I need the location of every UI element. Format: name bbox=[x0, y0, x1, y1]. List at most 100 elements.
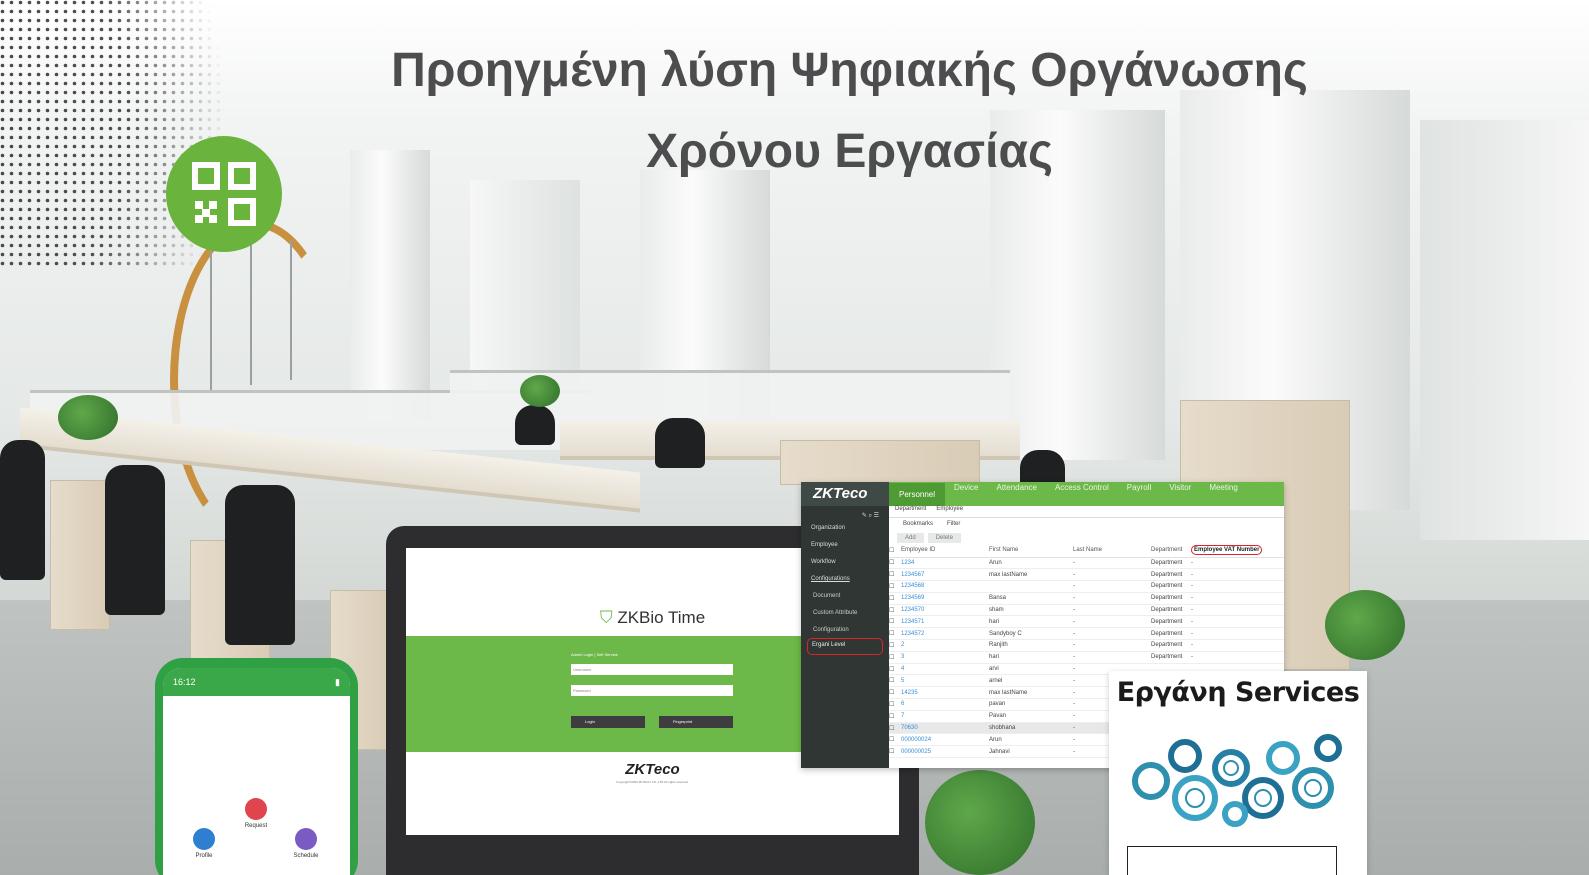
row-checkbox[interactable]: ☐ bbox=[889, 686, 901, 700]
table-row[interactable]: ☐ 1234572 Sandyboy C - Department - bbox=[889, 627, 1284, 641]
subtab-department[interactable]: Department bbox=[895, 506, 926, 517]
username-field[interactable]: Username bbox=[571, 664, 733, 675]
table-row[interactable]: ☐ 1234569 Bansa - Department - bbox=[889, 592, 1284, 605]
fingerprint-button[interactable]: Fingerprint bbox=[659, 716, 733, 728]
row-checkbox[interactable]: ☐ bbox=[889, 627, 901, 641]
add-button[interactable]: Add bbox=[897, 533, 924, 543]
column-employee-id[interactable]: Employee ID bbox=[901, 544, 989, 558]
phone-profile-button[interactable]: Profile bbox=[184, 828, 224, 859]
cell-last-name: - bbox=[1073, 651, 1151, 664]
cell-vat-number: - bbox=[1191, 580, 1284, 593]
sidebar-item-document[interactable]: Document bbox=[801, 587, 889, 604]
nav-access-control[interactable]: Access Control bbox=[1046, 483, 1118, 506]
table-row[interactable]: ☐ 3 hari - Department - bbox=[889, 651, 1284, 664]
table-row[interactable]: ☐ 1234567 max lastName - Department - bbox=[889, 568, 1284, 582]
cell-employee-id[interactable]: 1234571 bbox=[901, 615, 989, 629]
row-checkbox[interactable]: ☐ bbox=[889, 592, 901, 605]
delete-button[interactable]: Delete bbox=[927, 533, 962, 543]
ergani-services-card: Εργάνη Services bbox=[1109, 671, 1367, 875]
cell-employee-id[interactable]: 1234569 bbox=[901, 592, 989, 605]
table-header-row: ☐ Employee ID First Name Last Name Depar… bbox=[889, 544, 1284, 558]
table-row[interactable]: ☐ 1234570 sham - Department - bbox=[889, 604, 1284, 617]
row-checkbox[interactable]: ☐ bbox=[889, 615, 901, 629]
phone-request-button[interactable]: Request bbox=[236, 798, 276, 829]
row-checkbox[interactable]: ☐ bbox=[889, 663, 901, 676]
cell-employee-id[interactable]: 000000024 bbox=[901, 733, 989, 747]
sidebar-item-employee[interactable]: Employee bbox=[801, 536, 889, 553]
row-checkbox[interactable]: ☐ bbox=[889, 745, 901, 759]
vat-column-label: Employee VAT Number bbox=[1191, 545, 1263, 556]
row-checkbox[interactable]: ☐ bbox=[889, 710, 901, 723]
cell-department: Department bbox=[1151, 557, 1191, 570]
cell-employee-id[interactable]: 6 bbox=[901, 698, 989, 711]
row-checkbox[interactable]: ☐ bbox=[889, 639, 901, 652]
cell-employee-id[interactable]: 1234570 bbox=[901, 604, 989, 617]
row-checkbox[interactable]: ☐ bbox=[889, 604, 901, 617]
cell-employee-id[interactable]: 2 bbox=[901, 639, 989, 652]
row-checkbox[interactable]: ☐ bbox=[889, 733, 901, 747]
phone-schedule-label: Schedule bbox=[293, 853, 319, 859]
bookmarks-button[interactable]: Bookmarks bbox=[903, 521, 933, 529]
cell-employee-id[interactable]: 000000025 bbox=[901, 745, 989, 759]
sidebar-tools-icons[interactable]: ✎ ⌕ ☰ bbox=[801, 506, 889, 519]
cell-employee-id[interactable]: 1234572 bbox=[901, 627, 989, 641]
nav-attendance[interactable]: Attendance bbox=[987, 483, 1045, 506]
row-checkbox[interactable]: ☐ bbox=[889, 674, 901, 688]
row-checkbox[interactable]: ☐ bbox=[889, 698, 901, 711]
app-nav: Personnel Device Attendance Access Contr… bbox=[889, 482, 1247, 506]
cell-vat-number: - bbox=[1191, 651, 1284, 664]
cell-first-name: Pavan bbox=[989, 710, 1073, 723]
table-row[interactable]: ☐ 1234571 hari - Department - bbox=[889, 615, 1284, 629]
cell-department: Department bbox=[1151, 615, 1191, 629]
cell-employee-id[interactable]: 14235 bbox=[901, 686, 989, 700]
cell-employee-id[interactable]: 7 bbox=[901, 710, 989, 723]
sidebar-item-custom-attribute[interactable]: Custom Attribute bbox=[801, 604, 889, 621]
nav-visitor[interactable]: Visitor bbox=[1160, 483, 1200, 506]
row-checkbox[interactable]: ☐ bbox=[889, 722, 901, 735]
column-employee-vat-number[interactable]: Employee VAT Number bbox=[1191, 544, 1284, 558]
nav-payroll[interactable]: Payroll bbox=[1118, 483, 1160, 506]
nav-personnel[interactable]: Personnel bbox=[889, 482, 946, 506]
sidebar-item-organization[interactable]: Organization bbox=[801, 519, 889, 536]
login-tabs[interactable]: Admin Login | Self Service bbox=[571, 652, 618, 657]
table-row[interactable]: ☐ 1234568 - Department - bbox=[889, 580, 1284, 593]
column-first-name[interactable]: First Name bbox=[989, 544, 1073, 558]
row-checkbox[interactable]: ☐ bbox=[889, 557, 901, 570]
cell-vat-number: - bbox=[1191, 568, 1284, 582]
sidebar-item-workflow[interactable]: Workflow bbox=[801, 553, 889, 570]
cell-employee-id[interactable]: 1234568 bbox=[901, 580, 989, 593]
login-button[interactable]: Login bbox=[571, 716, 645, 728]
nav-device[interactable]: Device bbox=[945, 483, 987, 506]
column-department[interactable]: Department bbox=[1151, 544, 1191, 558]
cell-employee-id[interactable]: 5 bbox=[901, 674, 989, 688]
sidebar-item-configuration[interactable]: Configuration bbox=[801, 621, 889, 638]
copyright-text: Copyright©2020 ZKTECO CO.,LTD All rights… bbox=[616, 780, 689, 784]
nav-meeting[interactable]: Meeting bbox=[1200, 483, 1246, 506]
cell-first-name bbox=[989, 580, 1073, 593]
password-field[interactable]: Password bbox=[571, 685, 733, 696]
cell-employee-id[interactable]: 70630 bbox=[901, 722, 989, 735]
cell-first-name: shobhana bbox=[989, 722, 1073, 735]
table-row[interactable]: ☐ 1234 Arun - Department - bbox=[889, 557, 1284, 570]
headline-line-2: Χρόνου Εργασίας bbox=[646, 125, 1053, 178]
cell-first-name: max lastName bbox=[989, 568, 1073, 582]
filter-button[interactable]: Filter bbox=[947, 521, 960, 529]
select-all-checkbox[interactable]: ☐ bbox=[889, 544, 901, 558]
subtab-employee[interactable]: Employee bbox=[936, 506, 963, 517]
cell-first-name: hari bbox=[989, 651, 1073, 664]
cell-employee-id[interactable]: 1234 bbox=[901, 557, 989, 570]
row-checkbox[interactable]: ☐ bbox=[889, 651, 901, 664]
phone-status-time: 16:12 bbox=[173, 677, 196, 687]
cell-employee-id[interactable]: 4 bbox=[901, 663, 989, 676]
phone-schedule-button[interactable]: Schedule bbox=[286, 828, 326, 859]
column-last-name[interactable]: Last Name bbox=[1073, 544, 1151, 558]
row-checkbox[interactable]: ☐ bbox=[889, 580, 901, 593]
cell-vat-number: - bbox=[1191, 627, 1284, 641]
row-checkbox[interactable]: ☐ bbox=[889, 568, 901, 582]
cell-employee-id[interactable]: 3 bbox=[901, 651, 989, 664]
sidebar-item-configurations[interactable]: Configurations bbox=[801, 570, 889, 587]
table-row[interactable]: ☐ 2 Ranjith - Department - bbox=[889, 639, 1284, 652]
cell-employee-id[interactable]: 1234567 bbox=[901, 568, 989, 582]
sidebar-item-ergani-level[interactable]: Ergani Level bbox=[807, 638, 883, 655]
cell-first-name: Ranjith bbox=[989, 639, 1073, 652]
